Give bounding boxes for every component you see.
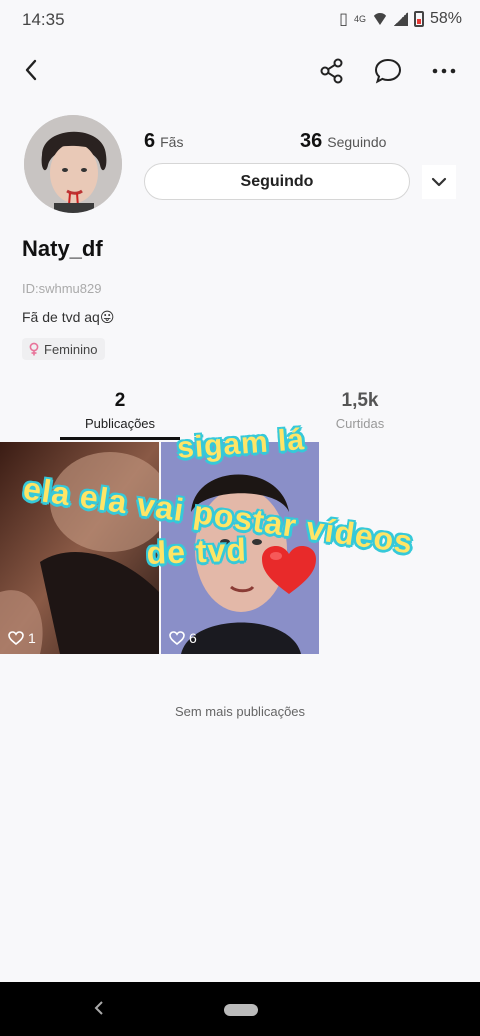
heart-outline-icon — [8, 631, 24, 645]
status-time: 14:35 — [22, 10, 65, 29]
share-icon[interactable] — [317, 56, 347, 86]
status-icons: ▯ 4G 58% — [339, 9, 462, 29]
post-likes: 6 — [169, 630, 197, 646]
profile-name: Naty_df — [22, 236, 103, 261]
more-icon[interactable] — [429, 56, 459, 86]
posts-count: 2 — [114, 390, 126, 411]
post-likes-count: 6 — [189, 630, 197, 646]
post-likes-count: 1 — [28, 630, 36, 646]
following-count: 36 — [300, 130, 323, 152]
following-label: Seguindo — [327, 134, 387, 150]
vibrate-icon: ▯ — [339, 11, 348, 28]
network-type: 4G — [353, 14, 366, 24]
likes-count: 1,5k — [341, 390, 379, 411]
female-icon — [29, 342, 39, 356]
avatar[interactable] — [24, 115, 122, 213]
gender-label: Feminino — [44, 341, 98, 357]
status-bar: 14:35 ▯ 4G 58% — [0, 0, 480, 40]
wifi-icon — [371, 13, 388, 25]
following-stat[interactable]: 36 Seguindo — [300, 130, 386, 153]
system-back-icon[interactable] — [92, 1000, 106, 1021]
posts-label: Publicações — [84, 416, 156, 431]
fans-count: 6 — [144, 130, 156, 152]
tab-posts[interactable]: 2 Publicações — [60, 390, 180, 431]
chevron-down-icon[interactable] — [422, 165, 456, 199]
heart-emoji-icon — [260, 544, 316, 600]
tab-indicator — [60, 437, 180, 440]
post-thumbnail[interactable]: 1 — [0, 442, 159, 654]
chat-icon[interactable] — [373, 56, 403, 86]
battery-percent: 58% — [429, 10, 462, 27]
likes-label: Curtidas — [335, 416, 385, 431]
tab-likes[interactable]: 1,5k Curtidas — [300, 390, 420, 431]
signal-icon — [393, 12, 408, 26]
overlay-text-line3: de tvd — [146, 531, 248, 571]
battery-icon — [413, 11, 424, 27]
gender-badge: Feminino — [22, 338, 106, 360]
profile-id: ID:swhmu829 — [22, 281, 102, 296]
fans-stat[interactable]: 6 Fãs — [144, 130, 183, 153]
post-likes: 1 — [8, 630, 36, 646]
back-icon[interactable] — [18, 56, 46, 84]
profile-bio: Fã de tvd aq😛 — [22, 309, 115, 325]
following-button[interactable]: Seguindo — [144, 163, 410, 200]
home-pill[interactable] — [224, 1004, 258, 1016]
fans-label: Fãs — [160, 134, 184, 150]
heart-outline-icon — [169, 631, 185, 645]
no-more-posts-text: Sem mais publicações — [174, 704, 306, 719]
